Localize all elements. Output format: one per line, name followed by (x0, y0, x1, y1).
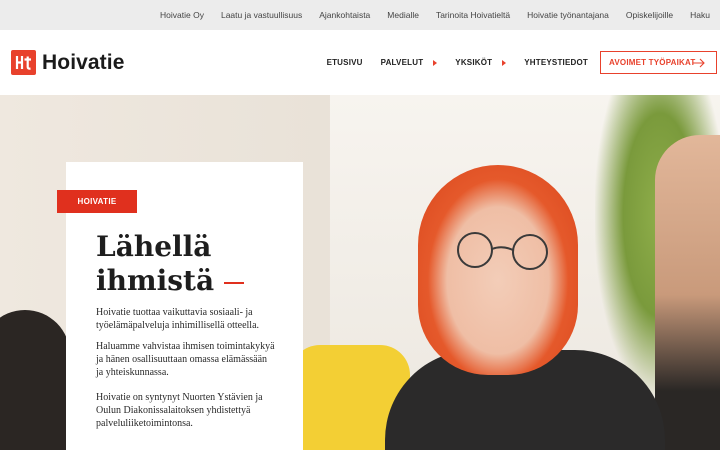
utility-link-stories[interactable]: Tarinoita Hoivatieltä (436, 10, 510, 20)
hero-paragraph-2: Haluamme vahvistaa ihmisen toimintakykyä… (96, 341, 275, 378)
person-left-silhouette (0, 310, 70, 450)
nav-item-label: PALVELUT (380, 58, 424, 67)
headline-line-1: Lähellä (96, 230, 212, 263)
caret-right-icon[interactable] (433, 59, 438, 66)
caret-right-icon[interactable] (502, 59, 507, 66)
woman-portrait (418, 165, 578, 375)
hero-paragraph-3: Hoivatie on syntynyt Nuorten Ystävien ja… (96, 392, 263, 429)
nav-item-palvelut[interactable]: PALVELUT (381, 58, 438, 67)
open-jobs-label: AVOIMET TYÖPAIKAT (609, 58, 696, 67)
headline-line-2-wrap: ihmistä (96, 264, 245, 298)
arrow-right-icon (693, 58, 705, 68)
utility-link-search[interactable]: Haku (690, 10, 710, 20)
nav-item-yksikot[interactable]: YKSIKÖT (455, 58, 507, 67)
logo[interactable]: Hoivatie (11, 50, 125, 75)
main-nav: ETUSIVU PALVELUT YKSIKÖT YHTEYSTIEDOT (327, 30, 588, 95)
hero-paragraph-1: Hoivatie tuottaa vaikuttavia sosiaali- j… (96, 307, 260, 331)
nav-item-yhteystiedot[interactable]: YHTEYSTIEDOT (524, 58, 588, 67)
nav-item-label: YKSIKÖT (455, 58, 493, 67)
utility-link-media[interactable]: Medialle (387, 10, 419, 20)
logo-text: Hoivatie (42, 50, 125, 74)
nav-item-label: YHTEYSTIEDOT (524, 58, 588, 67)
utility-link-employer[interactable]: Hoivatie työnantajana (527, 10, 609, 20)
utility-link-hoivatie-oy[interactable]: Hoivatie Oy (160, 10, 204, 20)
brand-tag: HOIVATIE (57, 190, 137, 213)
utility-links: Hoivatie Oy Laatu ja vastuullisuus Ajank… (160, 0, 710, 30)
nav-item-label: ETUSIVU (326, 58, 363, 67)
utility-bar: Hoivatie Oy Laatu ja vastuullisuus Ajank… (0, 0, 720, 30)
logo-mark-icon (11, 50, 36, 75)
hero-headline: Lähellä ihmistä (96, 230, 245, 298)
headline-line-2: ihmistä (96, 264, 215, 297)
utility-link-quality[interactable]: Laatu ja vastuullisuus (221, 10, 302, 20)
open-jobs-button[interactable]: AVOIMET TYÖPAIKAT (600, 51, 717, 74)
utility-link-students[interactable]: Opiskelijoille (626, 10, 673, 20)
nav-item-etusivu[interactable]: ETUSIVU (327, 58, 363, 67)
glasses-icon (457, 232, 548, 270)
person-right-silhouette (655, 135, 720, 450)
headline-dash (224, 281, 245, 284)
utility-link-news[interactable]: Ajankohtaista (319, 10, 370, 20)
